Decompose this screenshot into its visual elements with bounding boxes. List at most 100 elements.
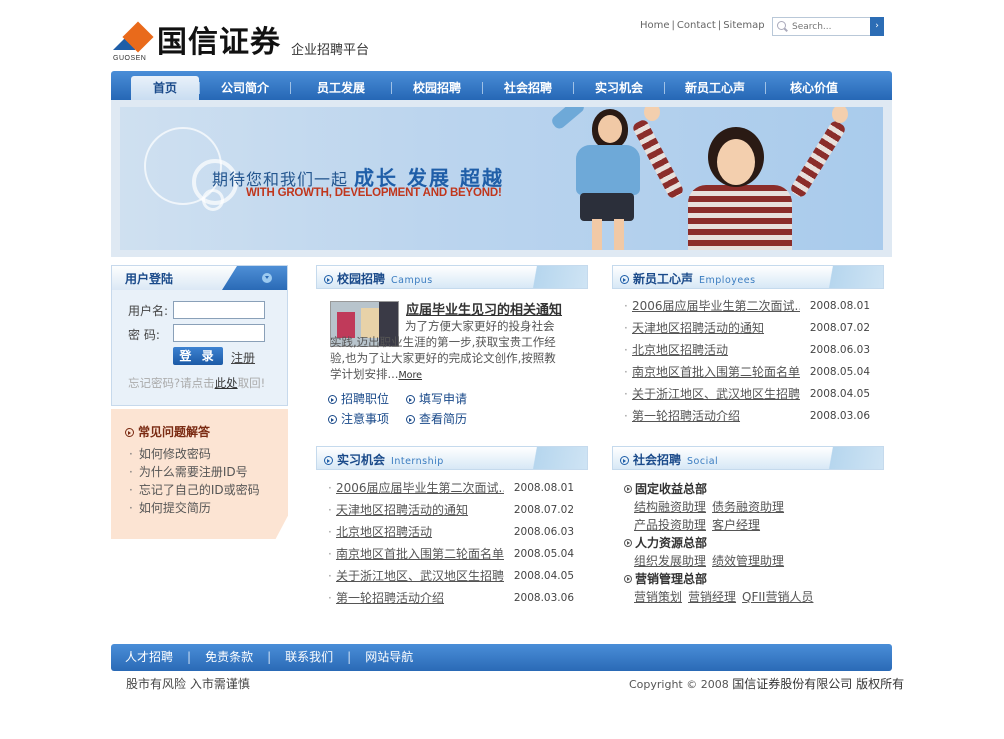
internship-title: 实习机会 [337,453,386,467]
logo[interactable]: GUOSEN 国信证券 企业招聘平台 [113,21,370,62]
news-title-link[interactable]: 南京地区首批入围第二轮面名单 [336,543,504,565]
login-button[interactable]: 登 录 [173,347,223,365]
login-header: 用户登陆 [112,266,287,290]
list-item: · 天津地区招聘活动的通知 2008.07.02 [624,317,870,339]
job-link[interactable]: 组织发展助理 [634,554,706,568]
contact-link[interactable]: Contact [677,20,716,31]
faq-item[interactable]: 如何提交简历 [129,499,260,517]
arrow-circle-icon [624,575,632,583]
nav-item[interactable]: 实习机会 [574,76,664,100]
news-title-link[interactable]: 北京地区招聘活动 [632,339,800,361]
news-date: 2008.06.03 [809,344,870,356]
username-input[interactable] [173,301,265,319]
news-title-link[interactable]: 第一轮招聘活动介绍 [632,405,800,427]
social-list: 固定收益总部 结构融资助理 债务融资助理 产品投资助理 客户经理 人力资源总部 组织发展助理… [624,480,819,606]
arrow-circle-icon [324,275,333,284]
home-link[interactable]: Home [640,20,670,31]
risk-notice: 股市有风险 入市需谨慎 [126,677,250,691]
news-title-link[interactable]: 天津地区招聘活动的通知 [632,317,800,339]
quick-link-notes[interactable]: 注意事项 [328,410,389,427]
search-go-button[interactable]: › [870,17,884,36]
nav-item[interactable]: 社会招聘 [483,76,573,100]
forgot-password-link[interactable]: 此处 [215,376,238,390]
news-title-link[interactable]: 关于浙江地区、武汉地区生招聘... [336,565,504,587]
nav-item[interactable]: 核心价值 [766,76,862,100]
arrow-circle-icon [620,456,629,465]
copyright: Copyright © 2008 国信证券股份有限公司 版权所有 [629,677,905,691]
username-label: 用户名: [128,304,169,318]
quick-link-resume[interactable]: 查看简历 [406,410,467,427]
search-box: › [772,17,884,36]
social-category[interactable]: 人力资源总部 [624,534,819,552]
list-item: · 关于浙江地区、武汉地区生招聘... 2008.04.05 [624,383,870,405]
campus-article-text: 为了方便大家更好的投身社会实践,迈出职业生涯的第一步,获取宝贵工作经验,也为了让… [330,319,556,381]
news-date: 2008.04.05 [513,570,574,582]
logo-en: GUOSEN [113,55,147,62]
job-link[interactable]: 绩效管理助理 [712,554,784,568]
logo-mark-icon: GUOSEN [113,21,154,62]
news-title-link[interactable]: 2006届应届毕业生第二次面试... [632,295,800,317]
footer-link[interactable]: 联系我们 [285,650,333,664]
nav-item[interactable]: 校园招聘 [392,76,482,100]
faq-item[interactable]: 忘记了自己的ID或密码 [129,481,260,499]
news-title-link[interactable]: 2006届应届毕业生第二次面试... [336,477,504,499]
footer-link[interactable]: 人才招聘 [125,650,173,664]
quick-link-jobs[interactable]: 招聘职位 [328,390,389,407]
news-title-link[interactable]: 第一轮招聘活动介绍 [336,587,504,609]
news-title-link[interactable]: 南京地区首批入围第二轮面名单 [632,361,800,383]
arrow-circle-icon [328,395,337,404]
footer-link[interactable]: 免责条款 [205,650,253,664]
faq-item[interactable]: 为什么需要注册ID号 [129,463,260,481]
nav-item[interactable]: 员工发展 [291,76,391,100]
nav-item[interactable]: 新员工心声 [665,76,765,100]
news-date: 2008.08.01 [513,482,574,494]
news-date: 2008.03.06 [513,592,574,604]
list-item: · 天津地区招聘活动的通知 2008.07.02 [328,499,574,521]
job-link[interactable]: 债务融资助理 [712,500,784,514]
job-link[interactable]: 营销策划 [634,590,682,604]
banner-image: 期待您和我们一起 成长 发展 超越 WITH GROWTH, DEVELOPMEN… [120,107,883,250]
news-title-link[interactable]: 北京地区招聘活动 [336,521,504,543]
job-link[interactable]: 结构融资助理 [634,500,706,514]
social-job-row: 产品投资助理 客户经理 [624,516,819,534]
campus-header: 校园招聘 Campus [316,265,588,289]
banner-slogan-en: WITH GROWTH, DEVELOPMENT AND BEYOND! [246,187,502,199]
register-link[interactable]: 注册 [231,349,255,366]
arrow-circle-icon [620,275,629,284]
banner: 期待您和我们一起 成长 发展 超越 WITH GROWTH, DEVELOPMEN… [111,100,892,257]
forgot-password-text: 忘记密码?请点击此处取回! [128,376,266,390]
faq-list: 如何修改密码为什么需要注册ID号忘记了自己的ID或密码如何提交简历 [129,445,260,517]
social-category[interactable]: 营销管理总部 [624,570,819,588]
list-item: · 关于浙江地区、武汉地区生招聘... 2008.04.05 [328,565,574,587]
sitemap-link[interactable]: Sitemap [723,20,764,31]
list-item: · 第一轮招聘活动介绍 2008.03.06 [328,587,574,609]
news-date: 2008.03.06 [809,410,870,422]
job-link[interactable]: QFII营销人员 [742,590,813,604]
login-title: 用户登陆 [125,272,174,286]
collapse-icon[interactable] [262,273,272,283]
social-job-row: 结构融资助理 债务融资助理 [624,498,819,516]
job-link[interactable]: 客户经理 [712,518,760,532]
nav-item[interactable]: 公司简介 [200,76,290,100]
search-input[interactable] [792,21,872,32]
list-item: · 北京地区招聘活动 2008.06.03 [624,339,870,361]
news-title-link[interactable]: 天津地区招聘活动的通知 [336,499,504,521]
news-date: 2008.08.01 [809,300,870,312]
footer-link[interactable]: 网站导航 [365,650,413,664]
news-title-link[interactable]: 关于浙江地区、武汉地区生招聘... [632,383,800,405]
logo-subtitle: 企业招聘平台 [291,43,370,58]
login-panel: 用户登陆 用户名: 密 码: 登 录 注册 忘记密码?请点击此处取回! [111,265,288,406]
job-link[interactable]: 产品投资助理 [634,518,706,532]
social-job-row: 组织发展助理 绩效管理助理 [624,552,819,570]
campus-article-title[interactable]: 应届毕业生见习的相关通知 [406,299,562,318]
job-link[interactable]: 营销经理 [688,590,736,604]
list-item: · 南京地区首批入围第二轮面名单 2008.05.04 [328,543,574,565]
quick-link-apply[interactable]: 填写申请 [406,390,467,407]
nav-item[interactable]: 首页 [131,76,199,100]
password-input[interactable] [173,324,265,342]
faq-item[interactable]: 如何修改密码 [129,445,260,463]
social-job-row: 营销策划 营销经理 QFII营销人员 [624,588,819,606]
social-category[interactable]: 固定收益总部 [624,480,819,498]
more-link[interactable]: More [398,370,422,381]
top-links: Home | Contact | Sitemap [640,20,765,31]
